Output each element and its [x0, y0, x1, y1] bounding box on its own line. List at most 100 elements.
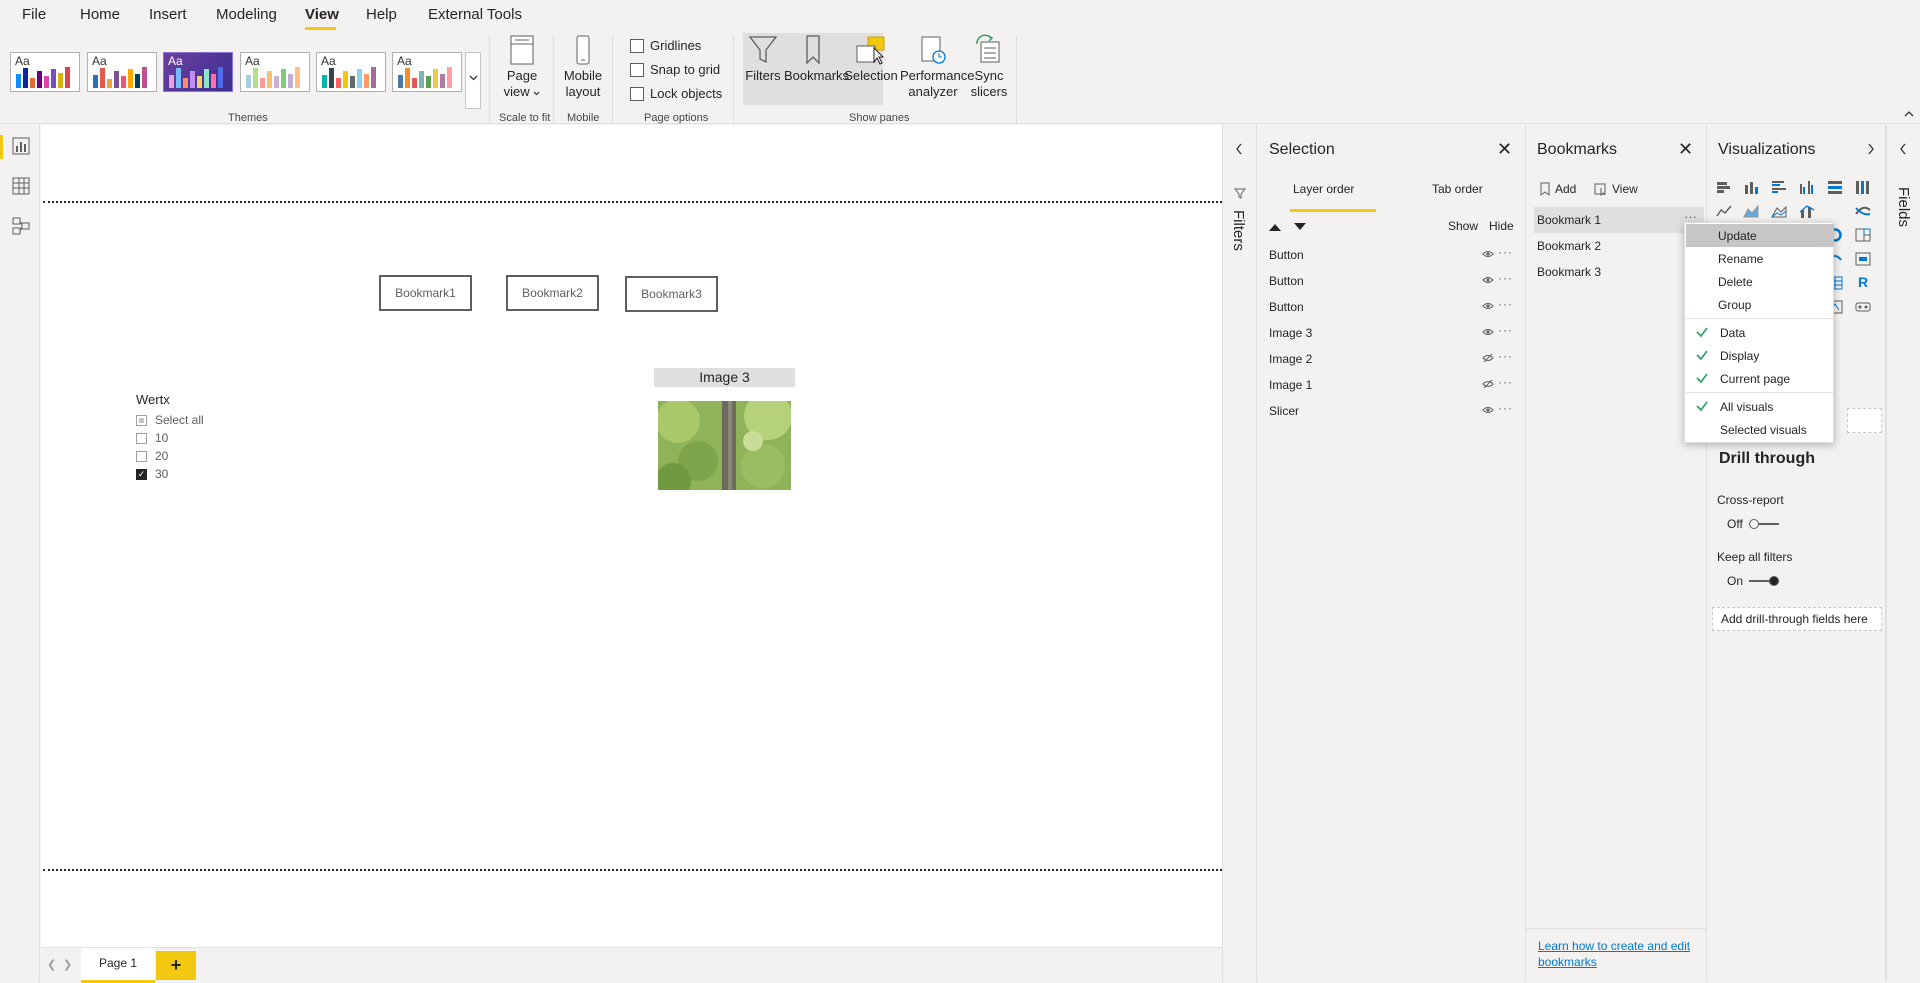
keep-all-filters-toggle[interactable]: On	[1727, 574, 1780, 588]
stacked-area-chart-icon[interactable]	[1771, 204, 1787, 218]
menu-item-delete[interactable]: Delete	[1686, 270, 1834, 293]
toggle-switch-on[interactable]	[1749, 576, 1780, 586]
tab-tab-order[interactable]: Tab order	[1432, 182, 1483, 196]
menu-item-display[interactable]: Display	[1686, 344, 1834, 367]
mobile-layout-button[interactable]: Mobile layout	[560, 34, 606, 100]
layer-row[interactable]: Button ···	[1257, 268, 1526, 294]
eye-icon[interactable]	[1482, 327, 1494, 337]
filters-pane-collapsed[interactable]: Filters	[1222, 125, 1257, 982]
image-visual[interactable]	[658, 401, 791, 490]
chevron-left-icon[interactable]	[1899, 143, 1907, 155]
bookmark-item-3[interactable]: Bookmark 3	[1534, 259, 1704, 285]
slicer-item-10[interactable]: 10	[136, 429, 246, 447]
snap-to-grid-checkbox[interactable]: Snap to grid	[630, 62, 720, 77]
menu-item-current-page[interactable]: Current page	[1686, 367, 1834, 390]
menu-item-all-visuals[interactable]: All visuals	[1686, 395, 1834, 418]
more-options-icon[interactable]: ···	[1498, 349, 1513, 363]
model-view-icon[interactable]	[12, 217, 30, 235]
chevron-left-icon[interactable]	[1235, 143, 1243, 155]
clustered-bar-chart-icon[interactable]	[1771, 180, 1787, 194]
add-bookmark-button[interactable]: Add	[1539, 182, 1576, 196]
view-bookmarks-button[interactable]: View	[1594, 182, 1638, 196]
collapse-ribbon-button[interactable]	[1904, 106, 1914, 120]
field-well-drop-zone[interactable]	[1847, 408, 1882, 433]
page-tab-page-1[interactable]: Page 1	[81, 948, 155, 983]
menu-item-group[interactable]: Group	[1686, 293, 1834, 316]
add-page-button[interactable]: +	[156, 951, 196, 980]
more-options-icon[interactable]: ···	[1498, 401, 1513, 415]
menu-insert[interactable]: Insert	[149, 6, 187, 23]
report-view-icon[interactable]	[12, 137, 30, 155]
treemap-icon[interactable]	[1855, 228, 1871, 242]
menu-home[interactable]: Home	[80, 6, 120, 23]
theme-swatch-2[interactable]: Aa	[87, 52, 157, 92]
menu-file[interactable]: File	[22, 6, 46, 23]
bookmark-item-1[interactable]: Bookmark 1 ···	[1534, 207, 1704, 233]
close-icon[interactable]: ✕	[1497, 139, 1512, 160]
bookmark-item-2[interactable]: Bookmark 2	[1534, 233, 1704, 259]
custom-visual-icon[interactable]	[1855, 300, 1871, 314]
move-down-icon[interactable]	[1293, 222, 1307, 232]
menu-modeling[interactable]: Modeling	[216, 6, 277, 23]
selection-pane-button[interactable]: Selection	[843, 34, 899, 84]
eye-hidden-icon[interactable]	[1482, 353, 1494, 363]
more-options-icon[interactable]: ···	[1498, 245, 1513, 259]
show-all-button[interactable]: Show	[1448, 219, 1478, 233]
more-options-icon[interactable]: ···	[1498, 297, 1513, 311]
layer-row[interactable]: Image 3 ···	[1257, 320, 1526, 346]
slicer-visual[interactable]: Wertx Select all 10 20 ✓ 30	[136, 392, 246, 483]
report-canvas[interactable]: Bookmark1 Bookmark2 Bookmark3 Wertx Sele…	[41, 125, 1222, 947]
ribbon-chart-icon[interactable]	[1855, 204, 1871, 218]
theme-swatch-5[interactable]: Aa	[316, 52, 386, 92]
learn-bookmarks-link[interactable]: Learn how to create and edit bookmarks	[1538, 938, 1698, 970]
layer-row[interactable]: Button ···	[1257, 242, 1526, 268]
chevron-left-icon[interactable]: ❮	[47, 958, 56, 971]
chevron-right-icon[interactable]: ❯	[63, 958, 72, 971]
move-up-icon[interactable]	[1268, 222, 1282, 232]
menu-item-update[interactable]: Update	[1686, 224, 1834, 247]
100-stacked-column-chart-icon[interactable]	[1855, 180, 1871, 194]
bookmark1-button[interactable]: Bookmark1	[379, 275, 472, 311]
hide-all-button[interactable]: Hide	[1489, 219, 1514, 233]
menu-help[interactable]: Help	[366, 6, 397, 23]
data-view-icon[interactable]	[12, 177, 30, 195]
themes-dropdown-button[interactable]	[465, 52, 481, 109]
layer-row[interactable]: Button ···	[1257, 294, 1526, 320]
stacked-column-chart-icon[interactable]	[1743, 180, 1759, 194]
line-chart-icon[interactable]	[1716, 204, 1732, 218]
layer-row[interactable]: Slicer ···	[1257, 398, 1526, 424]
more-options-icon[interactable]: ···	[1498, 323, 1513, 337]
slicer-item-20[interactable]: 20	[136, 447, 246, 465]
gridlines-checkbox[interactable]: Gridlines	[630, 38, 701, 53]
100-stacked-bar-chart-icon[interactable]	[1827, 180, 1843, 194]
toggle-switch-off[interactable]	[1748, 519, 1779, 529]
theme-swatch-4[interactable]: Aa	[240, 52, 310, 92]
eye-icon[interactable]	[1482, 249, 1494, 259]
lock-objects-checkbox[interactable]: Lock objects	[630, 86, 722, 101]
menu-item-data[interactable]: Data	[1686, 321, 1834, 344]
bookmark3-button[interactable]: Bookmark3	[625, 276, 718, 312]
menu-item-selected-visuals[interactable]: Selected visuals	[1686, 418, 1834, 441]
eye-icon[interactable]	[1482, 275, 1494, 285]
theme-swatch-6[interactable]: Aa	[392, 52, 462, 92]
card-icon[interactable]	[1855, 252, 1871, 266]
fields-pane-collapsed[interactable]: Fields	[1886, 125, 1920, 982]
bookmarks-pane-button[interactable]: Bookmarks	[784, 34, 849, 84]
cross-report-toggle[interactable]: Off	[1727, 517, 1779, 531]
eye-icon[interactable]	[1482, 405, 1494, 415]
clustered-column-chart-icon[interactable]	[1799, 180, 1815, 194]
drill-through-fields-drop-zone[interactable]: Add drill-through fields here	[1712, 607, 1882, 631]
menu-item-rename[interactable]: Rename	[1686, 247, 1834, 270]
slicer-item-select-all[interactable]: Select all	[136, 411, 246, 429]
filters-pane-button[interactable]: Filters	[744, 34, 782, 84]
theme-swatch-1[interactable]: Aa	[10, 52, 80, 92]
layer-row[interactable]: Image 1 ···	[1257, 372, 1526, 398]
page-view-button[interactable]: Page view	[500, 34, 544, 100]
close-icon[interactable]: ✕	[1678, 139, 1693, 160]
sync-slicers-button[interactable]: Sync slicers	[967, 34, 1011, 100]
line-and-column-chart-icon[interactable]	[1799, 204, 1815, 218]
theme-swatch-3[interactable]: Aa	[163, 52, 233, 92]
r-script-visual-icon[interactable]: R	[1858, 274, 1868, 290]
stacked-bar-chart-icon[interactable]	[1716, 180, 1732, 194]
layer-row[interactable]: Image 2 ···	[1257, 346, 1526, 372]
